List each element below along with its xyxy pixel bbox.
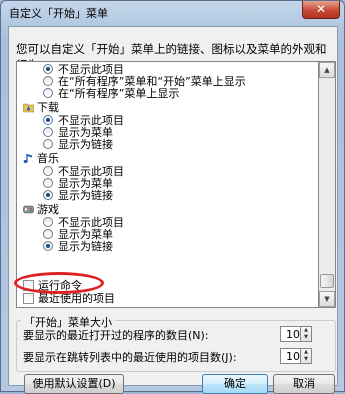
cancel-button[interactable]: 取消 xyxy=(273,374,335,394)
recent-items-option[interactable]: 最近使用的项目 xyxy=(23,292,115,305)
downloads-folder-icon xyxy=(22,102,35,113)
radio-button[interactable] xyxy=(43,64,53,74)
close-button[interactable]: ✕ xyxy=(302,1,340,19)
radio-button[interactable] xyxy=(43,229,53,239)
option-radio[interactable]: 显示为链接 xyxy=(43,190,113,202)
jump-list-label: 要显示在跳转列表中的最近使用的项目数(J): xyxy=(23,351,237,364)
option-label: 在“所有程序”菜单上显示 xyxy=(58,87,180,100)
recent-items-checkbox[interactable] xyxy=(23,292,34,304)
window-title: 自定义「开始」菜单 xyxy=(9,7,108,20)
option-radio[interactable]: 显示为链接 xyxy=(43,139,113,151)
category-label: 游戏 xyxy=(37,203,59,216)
radio-button[interactable] xyxy=(43,76,53,86)
radio-button[interactable] xyxy=(43,139,53,149)
option-label: 最近使用的项目 xyxy=(38,292,115,305)
option-label: 显示为链接 xyxy=(58,189,113,202)
highlight-annotation xyxy=(14,272,104,294)
jump-list-spinner[interactable]: 10 ▲ ▼ xyxy=(280,348,312,364)
scroll-up-button[interactable]: ▲ xyxy=(319,62,335,78)
radio-button[interactable] xyxy=(43,241,53,251)
category-games: 游戏 xyxy=(23,204,59,216)
radio-button[interactable] xyxy=(43,190,53,200)
radio-button[interactable] xyxy=(43,127,53,137)
scroll-down-button[interactable]: ▼ xyxy=(319,291,335,307)
customize-start-menu-dialog: 自定义「开始」菜单 ✕ 您可以自定义「开始」菜单上的链接、图标以及菜单的外观和行… xyxy=(0,0,345,394)
music-note-icon xyxy=(23,153,34,164)
options-list[interactable]: 不显示此项目 在“所有程序”菜单和“开始”菜单上显示 在“所有程序”菜单上显示 … xyxy=(16,61,319,308)
ok-button[interactable]: 确定 xyxy=(202,374,268,394)
category-music: 音乐 xyxy=(23,153,59,165)
radio-button[interactable] xyxy=(43,88,53,98)
category-label: 音乐 xyxy=(37,152,59,165)
radio-button[interactable] xyxy=(43,166,53,176)
radio-button[interactable] xyxy=(43,217,53,227)
dialog-body: 您可以自定义「开始」菜单上的链接、图标以及菜单的外观和行为。 不显示此项目 在“… xyxy=(8,26,338,394)
option-radio[interactable]: 在“所有程序”菜单上显示 xyxy=(43,88,179,100)
recent-programs-label: 要显示的最近打开过的程序的数目(N): xyxy=(23,329,209,342)
spinner-value: 10 xyxy=(286,328,300,341)
spinner-arrows[interactable]: ▲ ▼ xyxy=(300,348,312,364)
option-label: 显示为链接 xyxy=(58,138,113,151)
title-bar: 自定义「开始」菜单 ✕ xyxy=(1,1,344,25)
recent-programs-spinner[interactable]: 10 ▲ ▼ xyxy=(280,326,312,342)
option-radio[interactable]: 显示为链接 xyxy=(43,241,113,253)
use-defaults-button[interactable]: 使用默认设置(D) xyxy=(24,374,124,394)
spinner-arrows[interactable]: ▲ ▼ xyxy=(300,326,312,342)
scroll-thumb[interactable] xyxy=(320,274,334,288)
radio-button[interactable] xyxy=(43,178,53,188)
category-label: 下载 xyxy=(37,101,59,114)
category-downloads: 下载 xyxy=(22,101,59,114)
spinner-value: 10 xyxy=(286,350,300,363)
radio-button[interactable] xyxy=(43,115,53,125)
option-label: 显示为链接 xyxy=(58,240,113,253)
games-icon xyxy=(23,204,34,215)
options-scrollbar[interactable]: ▲ ▼ xyxy=(319,61,336,308)
